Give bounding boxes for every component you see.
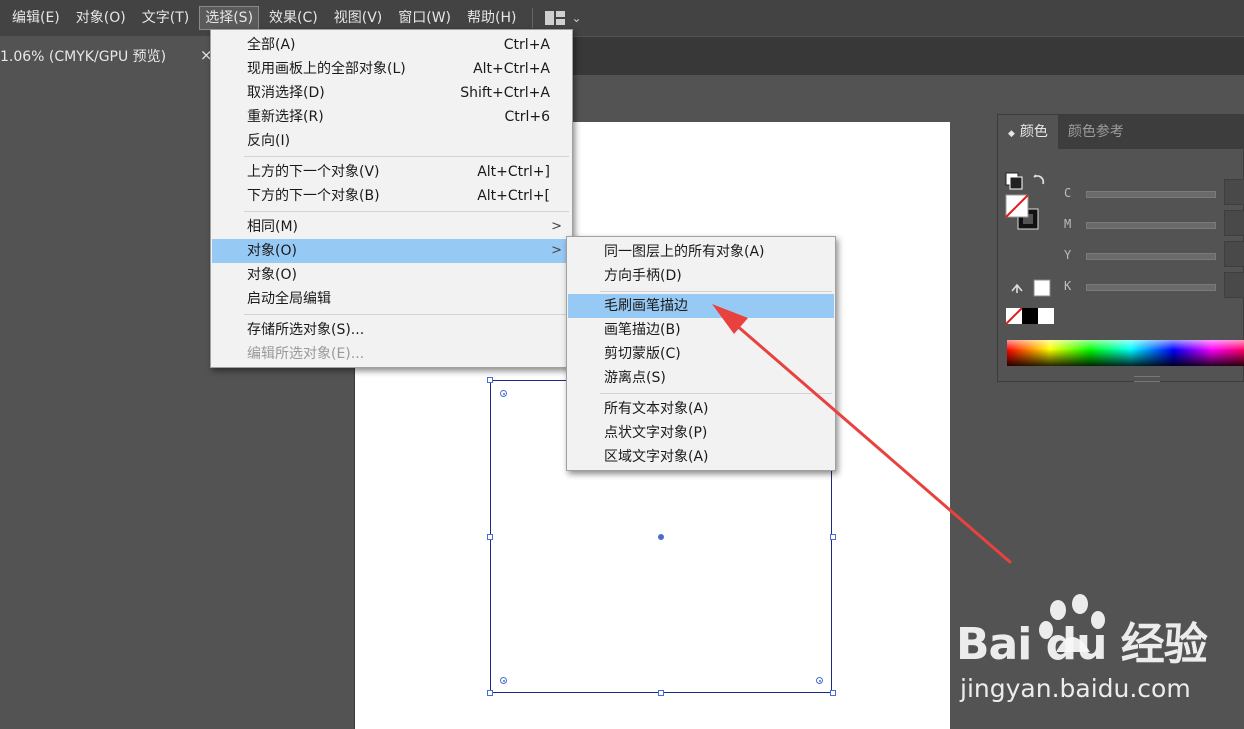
watermark-logo: Bai du 经验 (956, 619, 1208, 670)
watermark-url: jingyan.baidu.com (960, 674, 1191, 703)
watermark: Bai du 经验 jingyan.baidu.com (950, 590, 1244, 710)
